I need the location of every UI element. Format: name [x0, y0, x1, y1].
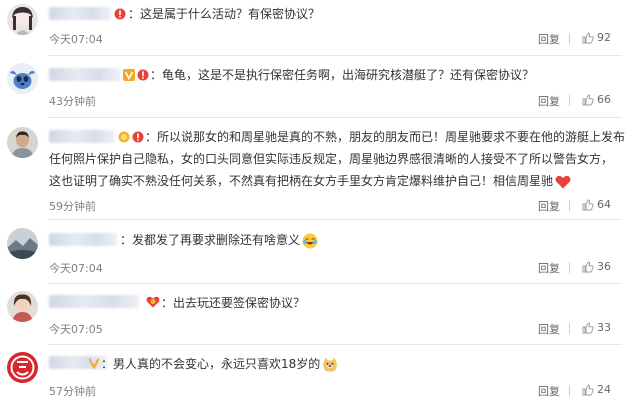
comment-text-line: ：所以说那女的和周星驰是真的不熟，朋友的朋友而已！周星驰要求不要在他的游艇上发布 [145, 130, 626, 144]
comment-time: 今天07:04 [49, 33, 103, 46]
comment-text: ：发都发了再要求删除还有啥意义 [120, 229, 620, 251]
thumbs-up-icon[interactable] [582, 261, 594, 273]
like-count: 64 [597, 198, 611, 211]
vip-v-badge-icon [123, 69, 135, 81]
comment-divider [48, 219, 622, 220]
comment-text-line: 这也证明了确实不熟没任何关系，不然真有把柄在女方手里女方肯定爆料维护自己！相信周… [49, 170, 620, 192]
comment-text: ：龟龟，这是不是执行保密任务啊，出海研究核潜艇了？还有保密协议？ [150, 68, 535, 82]
comment-text: ：出去玩还要签保密协议？ [161, 296, 306, 310]
doge-emoji [323, 357, 338, 372]
divider [569, 33, 570, 44]
comment-item: ：这是属于什么活动？有保密协议？ 今天07:04 回复 92 [0, 0, 632, 58]
thumbs-up-icon[interactable] [582, 384, 594, 396]
divider [569, 200, 570, 211]
avatar[interactable] [7, 291, 38, 322]
like-count: 36 [597, 260, 611, 273]
divider [569, 323, 570, 334]
like-count: 92 [597, 31, 611, 44]
comment-time: 59分钟前 [49, 200, 96, 213]
avatar[interactable] [7, 127, 38, 158]
comment-time: 57分钟前 [49, 385, 96, 398]
comment-time: 今天07:05 [49, 323, 103, 336]
gold-heart-badge-icon [146, 296, 160, 308]
gold-member-badge-icon [118, 131, 130, 143]
comment-text-line: 任何照片保护自己隐私，女的口头同意但实际违反规定，周星驰边界感很清晰的人接受不了… [49, 152, 614, 166]
avatar[interactable] [7, 352, 38, 383]
username-blurred[interactable] [49, 295, 139, 308]
red-exclamation-badge-icon [137, 69, 149, 81]
comment-item: ：男人真的不会变心，永远只喜欢18岁的 57分钟前 回复 24 [0, 346, 632, 407]
username-blurred[interactable] [49, 68, 121, 81]
username-blurred[interactable] [49, 233, 117, 246]
thumbs-up-icon[interactable] [582, 94, 594, 106]
red-heart-icon [555, 175, 571, 188]
thumbs-up-icon[interactable] [582, 32, 594, 44]
laughing-crying-emoji [302, 233, 318, 248]
divider [569, 385, 570, 396]
comment-item: ：所以说那女的和周星驰是真的不熟，朋友的朋友而已！周星驰要求不要在他的游艇上发布… [0, 118, 632, 220]
reply-button[interactable]: 回复 [538, 260, 560, 276]
thumbs-up-icon[interactable] [582, 322, 594, 334]
divider [569, 95, 570, 106]
comment-time: 43分钟前 [49, 95, 96, 108]
comment-item: ：出去玩还要签保密协议？ 今天07:05 回复 33 [0, 284, 632, 346]
reply-button[interactable]: 回复 [538, 31, 560, 47]
reply-button[interactable]: 回复 [538, 198, 560, 214]
reply-button[interactable]: 回复 [538, 321, 560, 337]
comment-divider [48, 344, 622, 345]
comment-item: ：龟龟，这是不是执行保密任务啊，出海研究核潜艇了？还有保密协议？ 43分钟前 回… [0, 58, 632, 118]
red-exclamation-badge-icon [114, 8, 126, 20]
like-count: 24 [597, 383, 611, 396]
reply-button[interactable]: 回复 [538, 383, 560, 399]
username-blurred[interactable] [49, 130, 115, 143]
comment-time: 今天07:04 [49, 262, 103, 275]
like-count: 66 [597, 93, 611, 106]
like-count: 33 [597, 321, 611, 334]
comment-item: ：发都发了再要求删除还有啥意义 今天07:04 回复 36 [0, 221, 632, 284]
reply-button[interactable]: 回复 [538, 93, 560, 109]
thumbs-up-icon[interactable] [582, 199, 594, 211]
avatar[interactable] [7, 63, 38, 94]
yellow-v-badge-icon [88, 358, 100, 369]
comment-divider [48, 55, 622, 56]
comment-text: ：这是属于什么活动？有保密协议？ [128, 7, 321, 21]
username-blurred[interactable] [49, 7, 111, 20]
avatar[interactable] [7, 228, 38, 259]
avatar[interactable] [7, 4, 38, 35]
red-exclamation-badge-icon [132, 131, 144, 143]
divider [569, 262, 570, 273]
comment-text: ：男人真的不会变心，永远只喜欢18岁的 [101, 353, 620, 375]
